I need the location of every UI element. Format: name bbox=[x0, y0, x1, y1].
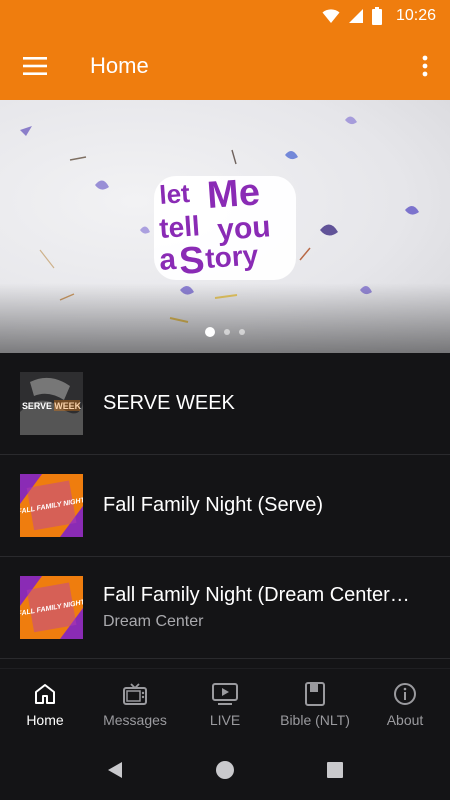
home-icon bbox=[35, 683, 55, 704]
nav-bible[interactable]: Bible (NLT) bbox=[270, 669, 360, 740]
carousel-dot[interactable] bbox=[224, 329, 230, 335]
let-me-tell-you-a-story-logo: let Me tell you a S tory bbox=[154, 171, 296, 283]
nav-about[interactable]: About bbox=[360, 669, 450, 740]
hamburger-icon bbox=[23, 57, 47, 75]
app-bar: Home bbox=[0, 32, 450, 100]
thumbnail-serve-week: SERVE WEEK bbox=[20, 372, 83, 435]
carousel-dot[interactable] bbox=[239, 329, 245, 335]
hero-gradient bbox=[0, 283, 450, 353]
book-icon bbox=[305, 681, 325, 706]
list-item-title: SERVE WEEK bbox=[103, 392, 235, 414]
nav-label: Home bbox=[26, 711, 64, 728]
list-item[interactable]: FALL FAMILY NIGHT Fall Family Night (Ser… bbox=[0, 455, 450, 557]
svg-text:Me: Me bbox=[206, 171, 262, 217]
signal-icon bbox=[348, 8, 364, 24]
carousel-indicator bbox=[0, 327, 450, 337]
svg-text:tory: tory bbox=[204, 239, 259, 274]
list-item-subtitle: Dream Center bbox=[103, 613, 204, 630]
svg-text:a: a bbox=[158, 243, 177, 277]
list-item-title: Fall Family Night (Serve) bbox=[103, 494, 324, 516]
nav-live[interactable]: LIVE bbox=[180, 669, 270, 740]
home-circle-icon[interactable] bbox=[215, 760, 235, 780]
overflow-menu-button[interactable] bbox=[400, 32, 450, 100]
live-icon bbox=[212, 682, 238, 705]
status-time: 10:26 bbox=[395, 7, 436, 24]
nav-label: LIVE bbox=[209, 711, 241, 728]
wifi-icon bbox=[322, 8, 340, 24]
status-bar: 10:26 bbox=[0, 0, 450, 32]
menu-button[interactable] bbox=[0, 32, 70, 100]
battery-icon bbox=[371, 7, 382, 25]
nav-label: Bible (NLT) bbox=[280, 711, 350, 728]
more-vertical-icon bbox=[422, 55, 428, 77]
info-icon bbox=[394, 682, 416, 705]
bottom-navigation: Home Messages LIVE Bible (NLT) About bbox=[0, 668, 450, 740]
thumbnail-fall-family-night: FALL FAMILY NIGHT bbox=[20, 474, 83, 537]
recents-icon[interactable] bbox=[325, 760, 345, 780]
content-list: SERVE WEEK SERVE WEEK FALL FAMILY NIGHT … bbox=[0, 353, 450, 659]
svg-text:tell: tell bbox=[158, 210, 201, 244]
thumbnail-fall-family-night: FALL FAMILY NIGHT bbox=[20, 576, 83, 639]
nav-messages[interactable]: Messages bbox=[90, 669, 180, 740]
nav-home[interactable]: Home bbox=[0, 669, 90, 740]
list-item[interactable]: FALL FAMILY NIGHT Fall Family Night (Dre… bbox=[0, 557, 450, 659]
system-navigation-bar bbox=[0, 740, 450, 800]
nav-label: Messages bbox=[103, 711, 167, 728]
page-title: Home bbox=[90, 53, 149, 78]
carousel-dot[interactable] bbox=[205, 327, 215, 337]
svg-text:S: S bbox=[178, 239, 206, 283]
nav-label: About bbox=[386, 711, 424, 728]
tv-icon bbox=[123, 682, 147, 705]
back-icon[interactable] bbox=[105, 760, 125, 780]
list-item[interactable]: SERVE WEEK SERVE WEEK bbox=[0, 353, 450, 455]
hero-carousel[interactable]: let Me tell you a S tory bbox=[0, 100, 450, 353]
svg-text:let: let bbox=[158, 178, 191, 210]
list-item-title: Fall Family Night (Dream Center… bbox=[103, 584, 410, 606]
